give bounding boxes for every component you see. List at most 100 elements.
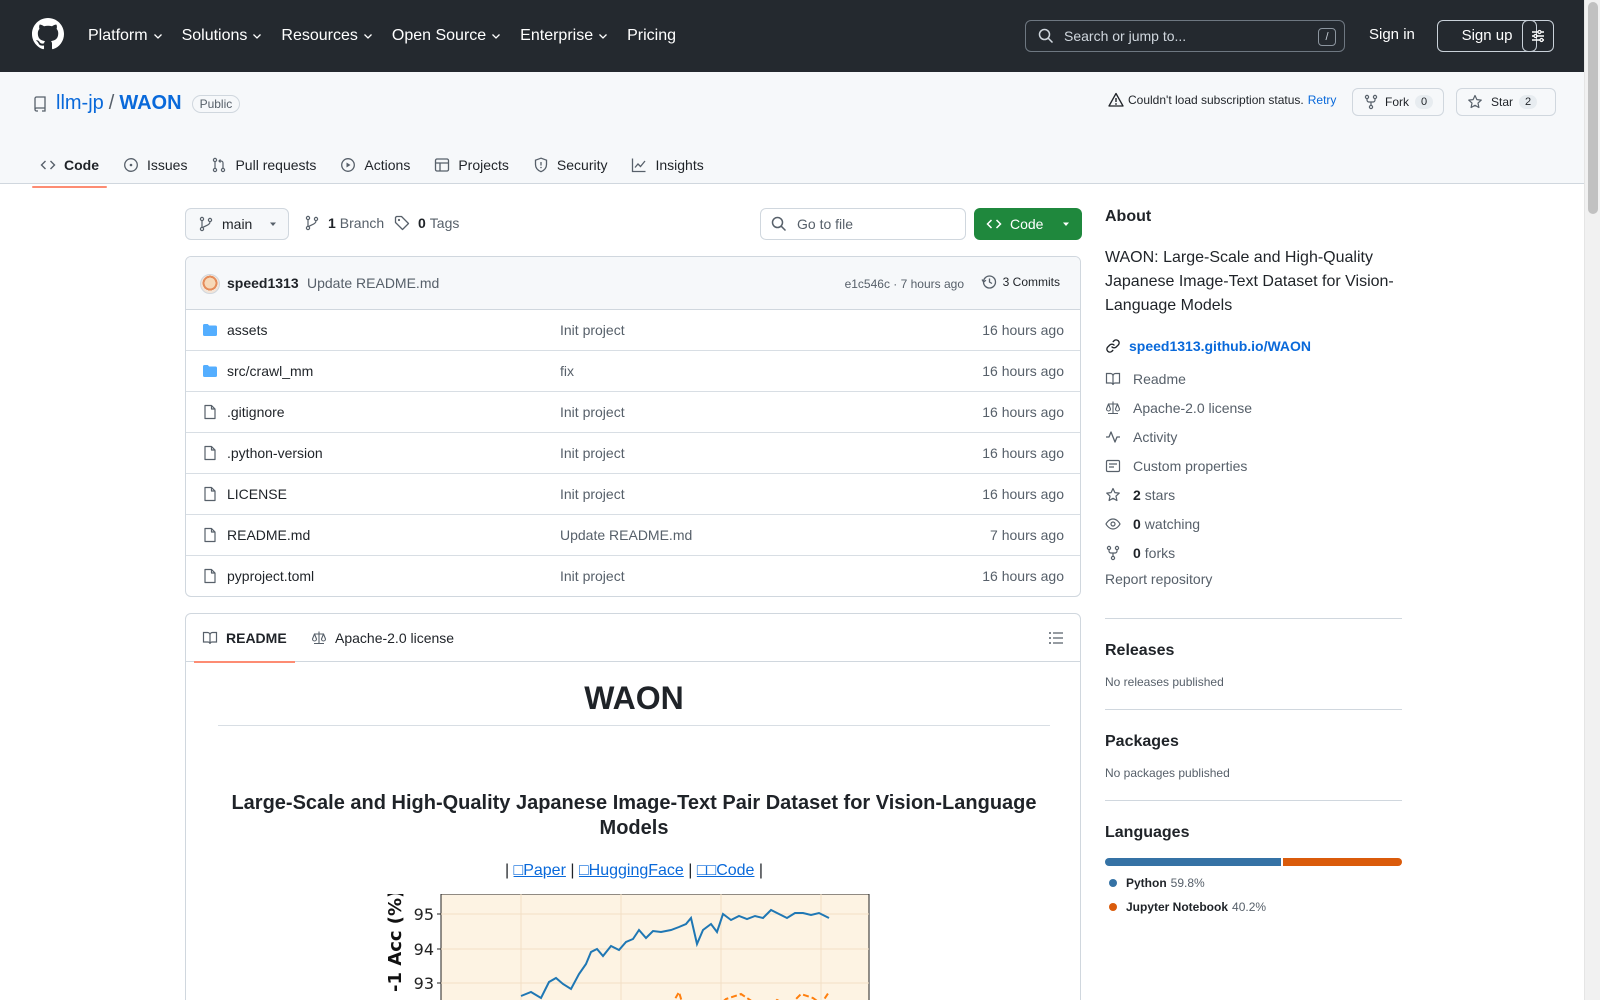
file-row[interactable]: README.md Update README.md 7 hours ago [186,515,1080,556]
nav-open-source[interactable]: Open Source [392,22,502,50]
file-row[interactable]: LICENSE Init project 16 hours ago [186,474,1080,515]
repo-owner-link[interactable]: llm-jp [56,92,104,115]
star-icon [1468,94,1482,109]
global-header: Platform Solutions Resources Open Source… [0,0,1584,72]
nav-resources[interactable]: Resources [281,22,373,50]
file-icon [204,445,216,461]
nav-platform[interactable]: Platform [88,22,164,50]
tab-projects[interactable]: Projects [426,146,517,184]
scrollbar-thumb[interactable] [1588,2,1598,214]
packages-heading[interactable]: Packages [1105,733,1402,751]
page-scrollbar[interactable] [1584,0,1600,1000]
language-item[interactable]: Python 59.8% [1105,876,1402,890]
tab-issues[interactable]: Issues [115,146,195,184]
avatar[interactable] [200,274,220,294]
branches-link[interactable]: 1 Branch [304,215,384,231]
repo-title: llm-jp / WAON Public [32,92,241,115]
file-commit-time: 16 hours ago [982,322,1064,338]
tab-pull-requests[interactable]: Pull requests [203,146,324,184]
website-link[interactable]: speed1313.github.io/WAON [1105,338,1402,354]
search-input[interactable]: Search or jump to... / [1025,20,1345,52]
file-name-link[interactable]: README.md [227,527,310,543]
tags-link[interactable]: 0 Tags [394,215,459,231]
shield-icon [534,157,548,173]
language-name: Python [1126,876,1167,890]
file-commit-message[interactable]: Init project [560,486,625,502]
language-percent: 59.8% [1170,876,1205,890]
chevron-down-icon [363,34,372,39]
tab-license[interactable]: Apache-2.0 license [311,614,454,662]
file-name-link[interactable]: .python-version [227,445,323,461]
nav-pricing[interactable]: Pricing [627,22,676,50]
language-item[interactable]: Jupyter Notebook 40.2% [1105,900,1402,914]
file-row[interactable]: pyproject.toml Init project 16 hours ago [186,556,1080,596]
forks-link[interactable]: 0 forks [1105,538,1402,567]
readme-link[interactable]: Readme [1105,364,1402,393]
tab-readme[interactable]: README [194,614,295,663]
file-row[interactable]: src/crawl_mm fix 16 hours ago [186,351,1080,392]
language-color-dot [1109,879,1117,887]
readme-links: | □Paper | □HuggingFace | □□Code | [504,862,764,879]
tag-icon [394,215,410,231]
license-link[interactable]: Apache-2.0 license [1105,393,1402,422]
file-commit-message[interactable]: fix [560,363,574,379]
fork-button[interactable]: Fork 0 [1352,88,1445,116]
releases-heading[interactable]: Releases [1105,642,1402,660]
star-button[interactable]: Star 2 [1456,88,1556,116]
activity-link[interactable]: Activity [1105,422,1402,451]
tab-insights[interactable]: Insights [623,146,711,184]
repo-name-link[interactable]: WAON [119,92,181,115]
file-commit-message[interactable]: Init project [560,322,625,338]
commit-author[interactable]: speed1313 [227,275,299,291]
paper-link[interactable]: □Paper [514,862,566,879]
commit-hash-time[interactable]: e1c546c · 7 hours ago [845,277,964,291]
huggingface-link[interactable]: □HuggingFace [579,862,684,879]
stars-link[interactable]: 2 stars [1105,480,1402,509]
file-commit-time: 16 hours ago [982,404,1064,420]
readme-tabs: README Apache-2.0 license [186,614,1080,663]
report-repository-link[interactable]: Report repository [1105,571,1402,587]
file-row[interactable]: .gitignore Init project 16 hours ago [186,392,1080,433]
tab-actions[interactable]: Actions [332,146,418,184]
file-commit-message[interactable]: Init project [560,568,625,584]
outline-list-icon[interactable] [1048,630,1064,646]
commit-message[interactable]: Update README.md [307,275,439,291]
custom-properties-link[interactable]: Custom properties [1105,451,1402,480]
tab-security[interactable]: Security [525,146,616,184]
pulse-icon [1106,430,1120,443]
file-name-link[interactable]: .gitignore [227,404,285,420]
tab-code[interactable]: Code [32,146,107,188]
repo-description: WAON: Large-Scale and High-Quality Japan… [1105,249,1394,314]
appearance-settings-button[interactable] [1522,20,1554,52]
link-icon [1106,339,1120,353]
sliders-icon [1532,29,1544,43]
code-dropdown-button[interactable]: Code [974,208,1082,240]
file-name-link[interactable]: pyproject.toml [227,568,314,584]
language-bar-segment[interactable] [1283,858,1402,866]
go-to-file-input[interactable]: Go to file [760,208,966,240]
file-commit-message[interactable]: Init project [560,404,625,420]
readme-title: WAON [218,680,1050,726]
retry-link[interactable]: Retry [1308,93,1337,107]
file-list: speed1313 Update README.md e1c546c · 7 h… [185,256,1081,597]
law-icon [1105,401,1121,414]
file-icon [204,568,216,584]
file-icon [204,404,216,420]
github-logo-icon[interactable] [32,18,64,50]
file-row[interactable]: assets Init project 16 hours ago [186,310,1080,351]
sign-in-link[interactable]: Sign in [1369,26,1415,43]
file-row[interactable]: .python-version Init project 16 hours ago [186,433,1080,474]
file-name-link[interactable]: assets [227,322,267,338]
commits-link[interactable]: 3 Commits [981,274,1060,290]
file-commit-message[interactable]: Update README.md [560,527,692,543]
branch-select-button[interactable]: main [185,208,289,240]
nav-solutions[interactable]: Solutions [182,22,264,50]
nav-enterprise[interactable]: Enterprise [520,22,609,50]
file-name-link[interactable]: LICENSE [227,486,287,502]
watching-link[interactable]: 0 watching [1105,509,1402,538]
language-bar-segment[interactable] [1105,858,1282,866]
file-name-link[interactable]: src/crawl_mm [227,363,313,379]
code-link[interactable]: □□Code [697,862,755,879]
language-name: Jupyter Notebook [1126,900,1229,914]
file-commit-message[interactable]: Init project [560,445,625,461]
